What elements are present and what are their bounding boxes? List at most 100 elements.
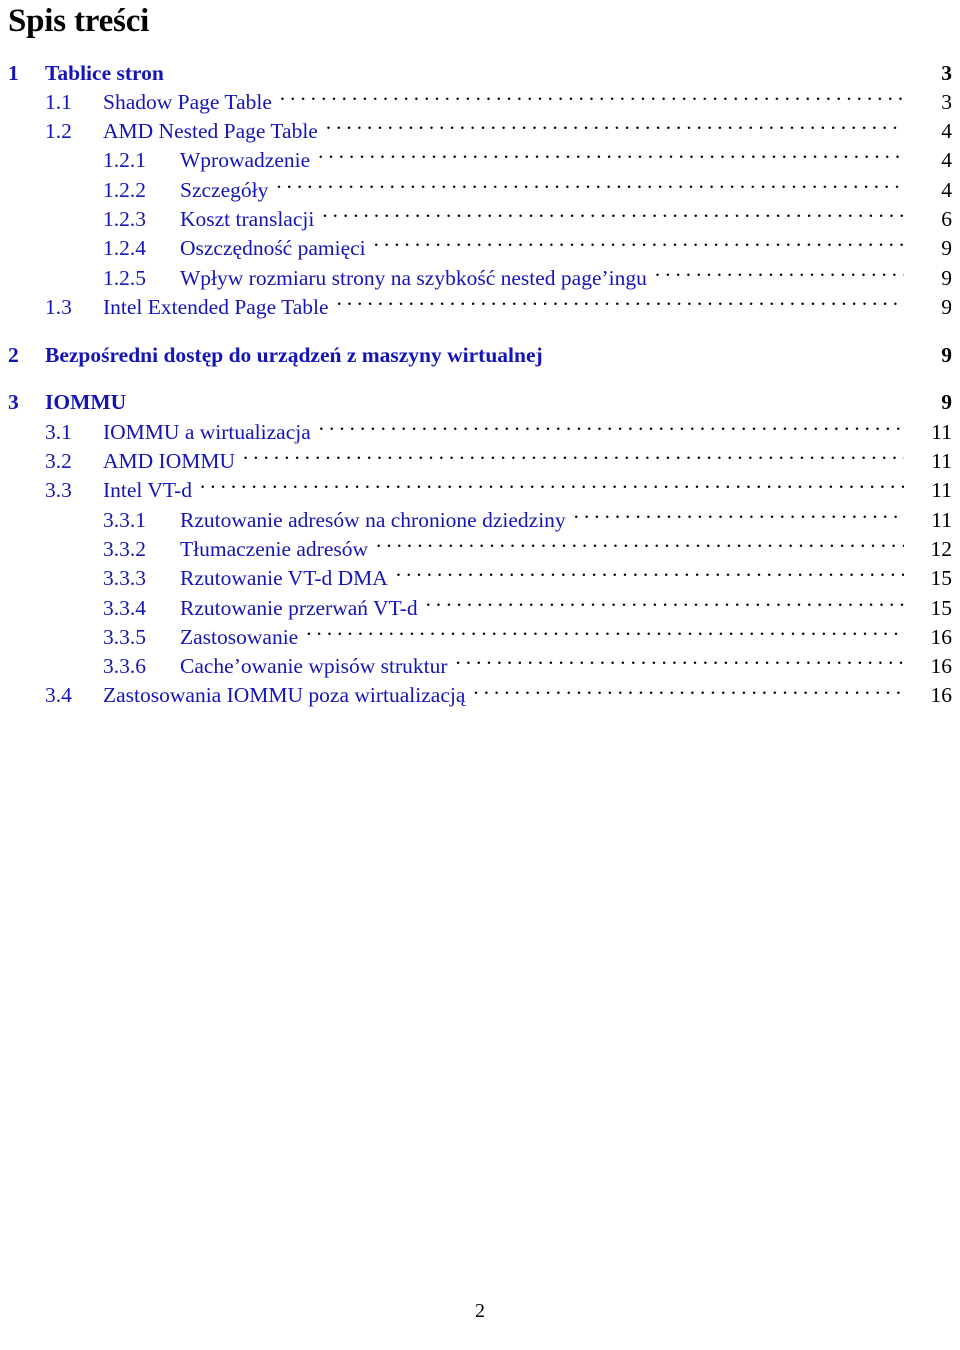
toc-entry[interactable]: 3.3.1 Rzutowanie adresów na chronione dzi… [0,505,952,534]
toc-entry[interactable]: 1.2.3 Koszt translacji...................… [0,204,952,233]
toc-entry[interactable]: 3.2 AMD IOMMU............................… [0,447,952,476]
toc-entry-label: Oszczędność pamięci [180,236,366,261]
table-of-contents: 1 Tablice stron 3 1.1 Shadow Page Table.....… [0,58,960,710]
toc-entry-page-number: 4 [941,177,952,202]
leader-dot-run: ........................................… [455,651,905,670]
leader-dot-run: ........................................… [318,417,904,435]
leader-dot-run: ........................................… [573,505,904,523]
toc-leader-dots: ........................................… [426,593,904,615]
toc-entry-number: 3.3.6 [103,654,146,679]
toc-entry[interactable]: 1.2.5 Wpływ rozmiaru strony na szybkość n… [0,263,952,292]
toc-entry[interactable]: 1.2.4 Oszczędność pamięci................… [0,234,952,263]
toc-entry-label: AMD IOMMU [103,449,235,474]
leader-dot-run: ........................................… [654,263,904,281]
toc-entry-number: 3 [8,390,19,415]
leader-dot-run: ........................................… [318,145,904,164]
leader-dot-run: ........................................… [373,233,904,252]
toc-entry-number: 1.1 [45,89,72,114]
toc-entry[interactable]: 3.4 Zastosowania IOMMU poza wirtualizacją… [0,681,952,710]
toc-leader-dots: ........................................… [655,263,904,285]
toc-entry-page-number: 11 [931,478,952,503]
leader-dot-run: ........................................… [243,446,904,465]
toc-entry-number: 3.3.3 [103,566,146,591]
toc-entry[interactable]: 3.3.2 Tłumaczenie adresów................… [0,534,952,563]
toc-leader-dots [164,58,904,80]
toc-entry-number: 1.2 [45,119,72,144]
toc-entry-number: 1.2.2 [103,177,146,202]
toc-entry-number: 3.3.4 [103,595,146,620]
leader-dot-run: ........................................… [376,534,904,553]
toc-leader-dots: ........................................… [473,681,904,703]
toc-leader-dots: ........................................… [376,534,904,556]
toc-entry[interactable]: 1.2.1 Wprowadzenie.......................… [0,146,952,175]
toc-leader-dots: ........................................… [276,175,904,197]
toc-leader-dots: ........................................… [326,117,904,139]
toc-entry-label: Wpływ rozmiaru strony na szybkość nested… [180,265,647,290]
toc-entry[interactable]: 3.3.4 Rzutowanie przerwań VT-d...........… [0,593,952,622]
toc-entry[interactable]: 3.3.6 Cache’owanie wpisów struktur.......… [0,652,952,681]
toc-entry-label: Tłumaczenie adresów [180,536,369,561]
toc-entry-label: Shadow Page Table [103,89,272,114]
toc-entry-page-number: 16 [930,624,953,649]
toc-leader-dots: ........................................… [574,505,904,527]
document-page: Spis treści 1 Tablice stron 3 1.1 Shadow Pag… [0,0,960,1350]
toc-entry-number: 3.3 [45,478,72,503]
footer-page-number: 2 [475,1300,485,1322]
toc-entry[interactable]: 3.3.3 Rzutowanie VT-d DMA................… [0,564,952,593]
toc-entry-label: IOMMU [45,390,127,415]
leader-dot-run: ........................................… [199,475,904,494]
toc-leader-dots: ........................................… [200,476,904,498]
toc-leader-dots: ........................................… [337,292,904,314]
toc-entry-page-number: 9 [941,390,952,415]
toc-entry-number: 1 [8,60,19,85]
toc-entry-page-number: 4 [941,148,952,173]
toc-entry-label: Zastosowania IOMMU poza wirtualizacją [103,683,466,708]
toc-entry-page-number: 9 [941,294,952,319]
toc-entry-number: 1.2.3 [103,206,146,231]
toc-entry[interactable]: 3 IOMMU 9 [0,388,952,417]
toc-entry-page-number: 4 [941,119,952,144]
leader-dot-run: ........................................… [336,292,904,310]
toc-entry-page-number: 15 [930,595,953,620]
toc-entry-page-number: 9 [941,342,952,367]
leader-dot-run: ........................................… [322,204,904,223]
toc-entry-number: 1.3 [45,294,72,319]
toc-entry-label: Zastosowanie [180,624,299,649]
toc-leader-dots: ........................................… [318,146,904,168]
toc-leader-dots: ........................................… [306,622,904,644]
toc-entry[interactable]: 3.3 Intel VT-d...........................… [0,476,952,505]
toc-entry[interactable]: 1.2 AMD Nested Page Table................… [0,117,952,146]
toc-entry[interactable]: 1.1 Shadow Page Table....................… [0,87,952,116]
toc-entry-page-number: 16 [930,654,953,679]
toc-entry-label: Rzutowanie VT-d DMA [180,566,388,591]
toc-leader-dots: ........................................… [243,447,904,469]
leader-dot-run: ........................................… [276,175,904,193]
toc-entry-number: 3.2 [45,449,72,474]
leader-dot-run: ........................................… [425,593,904,611]
toc-leader-dots: ........................................… [322,204,904,226]
toc-entry-page-number: 11 [931,507,952,532]
leader-dot-run: ........................................… [325,116,904,135]
toc-entry[interactable]: 1.2.2 Szczegóły..........................… [0,175,952,204]
toc-entry-number: 1.2.5 [103,265,146,290]
toc-leader-dots: ........................................… [374,234,904,256]
toc-entry[interactable]: 3.3.5 Zastosowanie.......................… [0,622,952,651]
toc-entry-label: Szczegóły [180,177,269,202]
toc-entry[interactable]: 2 Bezpośredni dostęp do urządzeń z maszyn… [0,340,952,369]
toc-entry-page-number: 3 [941,89,952,114]
toc-entry-label: Cache’owanie wpisów struktur [180,654,448,679]
page-title: Spis treści [8,3,150,39]
toc-entry-page-number: 16 [930,683,953,708]
toc-entry-page-number: 9 [941,265,952,290]
toc-entry-page-number: 11 [931,419,952,444]
toc-entry-page-number: 12 [930,536,953,561]
toc-entry-label: IOMMU a wirtualizacja [103,419,311,444]
toc-entry-number: 3.4 [45,683,72,708]
toc-leader-dots: ........................................… [319,417,904,439]
toc-entry-page-number: 9 [941,236,952,261]
toc-entry[interactable]: 1.3 Intel Extended Page Table............… [0,292,952,321]
toc-entry[interactable]: 1 Tablice stron 3 [0,58,952,87]
toc-entry[interactable]: 3.1 IOMMU a wirtualizacja................… [0,417,952,446]
toc-entry-number: 3.3.5 [103,624,146,649]
toc-leader-dots [543,340,904,362]
